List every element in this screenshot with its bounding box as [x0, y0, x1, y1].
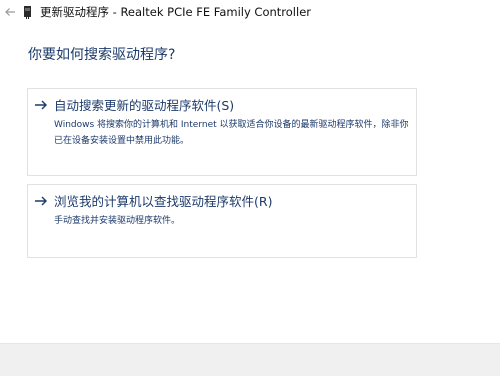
arrow-right-icon [35, 196, 47, 206]
network-adapter-icon [24, 6, 31, 19]
search-automatically-option[interactable]: 自动搜索更新的驱动程序软件(S) Windows 将搜索你的计算机和 Inter… [27, 88, 417, 176]
footer-bar [0, 343, 500, 376]
option-description: 手动查找并安装驱动程序软件。 [54, 216, 181, 226]
option-title: 浏览我的计算机以查找驱动程序软件(R) [54, 194, 273, 209]
browse-computer-option[interactable]: 浏览我的计算机以查找驱动程序软件(R) 手动查找并安装驱动程序软件。 [27, 184, 417, 258]
title-bar: 更新驱动程序 - Realtek PCIe FE Family Controll… [0, 0, 500, 26]
page-heading: 你要如何搜索驱动程序? [28, 47, 176, 63]
window-title: 更新驱动程序 - Realtek PCIe FE Family Controll… [40, 5, 312, 19]
back-button[interactable] [2, 4, 18, 20]
option-description: Windows 将搜索你的计算机和 Internet 以获取适合你设备的最新驱动… [54, 120, 409, 146]
back-arrow-icon [5, 8, 15, 16]
option-title: 自动搜索更新的驱动程序软件(S) [54, 98, 235, 113]
arrow-right-icon [35, 100, 47, 110]
